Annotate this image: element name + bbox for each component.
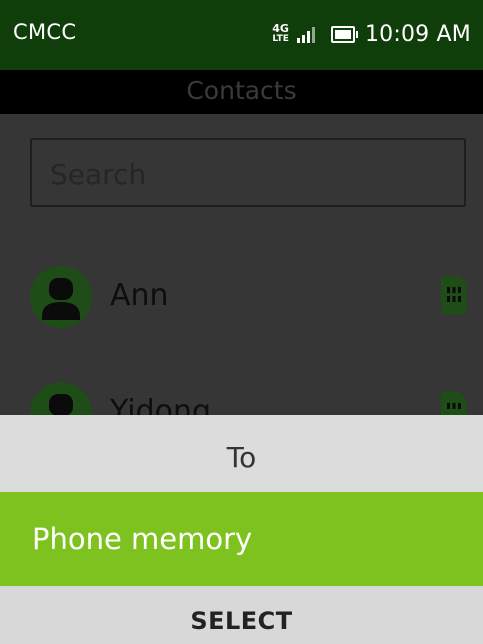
status-indicators: 4G LTE 10:09 AM <box>272 19 471 49</box>
network-type-top: 4G <box>272 22 289 35</box>
dialog-title: To <box>0 415 483 492</box>
softkey-bar: SELECT <box>0 586 483 644</box>
destination-dialog: To Phone memory SELECT <box>0 415 483 644</box>
battery-icon <box>330 25 358 43</box>
search-placeholder: Search <box>50 158 147 191</box>
person-icon <box>30 266 92 328</box>
option-phone-memory[interactable]: Phone memory <box>0 492 483 586</box>
carrier-name: CMCC <box>13 20 77 44</box>
network-type-bottom: LTE <box>272 34 289 44</box>
option-label: Phone memory <box>32 522 253 556</box>
contact-name: Ann <box>110 278 169 313</box>
contact-row[interactable]: Ann <box>0 252 483 342</box>
sim-card-icon <box>441 276 467 314</box>
page-title: Contacts <box>0 70 483 114</box>
search-input[interactable]: Search <box>30 138 466 207</box>
status-bar: CMCC 4G LTE 10:09 AM <box>0 0 483 70</box>
network-type-icon: 4G LTE <box>272 23 289 45</box>
clock: 10:09 AM <box>364 21 471 47</box>
contacts-screen: CMCC 4G LTE 10:09 AM Contacts Search Ann… <box>0 0 483 644</box>
signal-bars-icon <box>296 25 317 43</box>
select-softkey[interactable]: SELECT <box>190 586 292 644</box>
